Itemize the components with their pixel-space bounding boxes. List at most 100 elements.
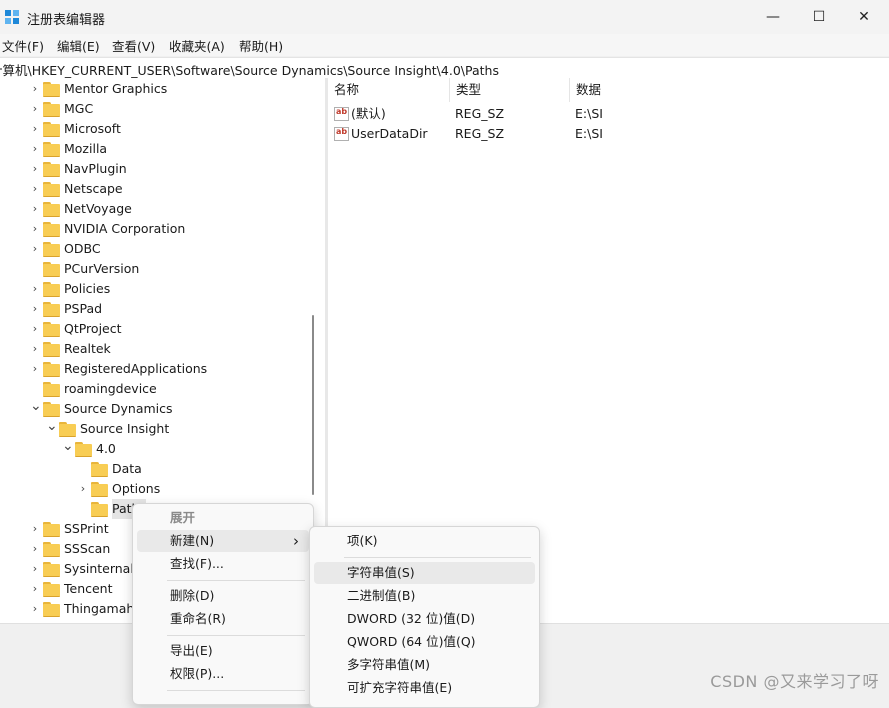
chevron-right-icon[interactable]: › (30, 299, 40, 319)
tree-item[interactable]: › Mentor Graphics (0, 79, 310, 99)
tree-item-label: Sysinternals (64, 561, 141, 576)
chevron-right-icon[interactable]: › (30, 139, 40, 159)
tree-item-label: Source Dynamics (64, 401, 173, 416)
chevron-right-icon[interactable]: › (30, 199, 40, 219)
tree-item-label: Realtek (64, 341, 111, 356)
tree-item-label: ODBC (64, 241, 101, 256)
tree-item[interactable]: › Policies (0, 279, 310, 299)
menu-item[interactable]: 项(K) (314, 530, 535, 552)
column-header-name[interactable]: 名称 (328, 78, 450, 102)
folder-icon (43, 202, 60, 217)
value-row[interactable]: ab (默认) REG_SZ E:\SI (328, 104, 857, 124)
tree-item[interactable]: › Microsoft (0, 119, 310, 139)
menu-edit[interactable]: 编辑(E) (57, 36, 100, 55)
menu-item[interactable]: 权限(P)... (137, 663, 309, 685)
tree-item[interactable]: ⌄ 4.0 (0, 439, 310, 459)
chevron-down-icon[interactable]: ⌄ (46, 419, 58, 439)
chevron-right-icon[interactable]: › (30, 79, 40, 99)
address-bar[interactable]: 计算机\HKEY_CURRENT_USER\Software\Source Dy… (0, 57, 889, 79)
watermark: CSDN @又来学习了呀 (710, 672, 879, 691)
chevron-right-icon[interactable]: › (30, 179, 40, 199)
folder-icon (43, 342, 60, 357)
menu-item[interactable]: 二进制值(B) (314, 585, 535, 607)
tree-item[interactable]: Data (0, 459, 310, 479)
close-button[interactable]: ✕ (841, 0, 887, 34)
menu-item[interactable]: 多字符串值(M) (314, 654, 535, 676)
tree-item[interactable]: ⌄ Source Dynamics (0, 399, 310, 419)
folder-icon (75, 442, 92, 457)
folder-icon (43, 322, 60, 337)
tree-item[interactable]: PCurVersion (0, 259, 310, 279)
chevron-right-icon[interactable]: › (30, 559, 40, 579)
chevron-right-icon[interactable]: › (30, 519, 40, 539)
tree-item-label: 4.0 (96, 441, 116, 456)
title-bar: 注册表编辑器 — ☐ ✕ (0, 0, 889, 34)
menu-view[interactable]: 查看(V) (112, 36, 155, 55)
menu-item[interactable]: 查找(F)... (137, 553, 309, 575)
menu-item[interactable]: DWORD (32 位)值(D) (314, 608, 535, 630)
tree-item[interactable]: › Options (0, 479, 310, 499)
column-header-data[interactable]: 数据 (570, 78, 858, 102)
chevron-right-icon[interactable]: › (30, 119, 40, 139)
menu-item[interactable]: 新建(N) › (137, 530, 309, 552)
menu-item-label: 可扩充字符串值(E) (347, 680, 453, 695)
folder-icon (43, 142, 60, 157)
folder-icon (59, 422, 76, 437)
chevron-right-icon[interactable]: › (30, 539, 40, 559)
tree-item[interactable]: › Netscape (0, 179, 310, 199)
chevron-down-icon[interactable]: ⌄ (30, 399, 42, 419)
tree-item[interactable]: › RegisteredApplications (0, 359, 310, 379)
folder-icon (43, 102, 60, 117)
address-path[interactable]: 计算机\HKEY_CURRENT_USER\Software\Source Dy… (0, 60, 499, 79)
tree-item[interactable]: › NavPlugin (0, 159, 310, 179)
menu-item[interactable]: 可扩充字符串值(E) (314, 677, 535, 699)
tree-item[interactable]: › Realtek (0, 339, 310, 359)
folder-icon (43, 562, 60, 577)
folder-icon (91, 482, 108, 497)
chevron-right-icon[interactable]: › (30, 579, 40, 599)
tree-item[interactable]: › PSPad (0, 299, 310, 319)
chevron-right-icon[interactable]: › (30, 99, 40, 119)
folder-icon (43, 402, 60, 417)
chevron-right-icon[interactable]: › (30, 279, 40, 299)
menu-item-label: 重命名(R) (170, 611, 226, 626)
tree-item[interactable]: › ODBC (0, 239, 310, 259)
maximize-button[interactable]: ☐ (796, 0, 842, 34)
menu-file[interactable]: 文件(F) (2, 36, 44, 55)
column-header-type[interactable]: 类型 (450, 78, 570, 102)
menu-item[interactable]: 重命名(R) (137, 608, 309, 630)
string-value-icon: ab (334, 107, 349, 121)
menu-item-label: 展开 (170, 510, 196, 525)
chevron-right-icon[interactable]: › (30, 239, 40, 259)
chevron-right-icon[interactable]: › (78, 479, 88, 499)
tree-item[interactable]: ⌄ Source Insight (0, 419, 310, 439)
tree-item[interactable]: roamingdevice (0, 379, 310, 399)
menu-item[interactable]: QWORD (64 位)值(Q) (314, 631, 535, 653)
tree-item-label: Source Insight (80, 421, 170, 436)
chevron-down-icon[interactable]: ⌄ (62, 439, 74, 459)
tree-item[interactable]: › NVIDIA Corporation (0, 219, 310, 239)
menu-item[interactable]: 字符串值(S) (314, 562, 535, 584)
menu-item[interactable]: 删除(D) (137, 585, 309, 607)
tree-item[interactable]: › Mozilla (0, 139, 310, 159)
value-data: E:\SI (575, 106, 603, 121)
tree-item-label: Data (112, 461, 142, 476)
chevron-right-icon[interactable]: › (30, 319, 40, 339)
tree-scrollbar-thumb[interactable] (312, 315, 314, 495)
menu-separator (167, 580, 305, 581)
chevron-right-icon[interactable]: › (30, 359, 40, 379)
folder-icon (43, 162, 60, 177)
tree-item[interactable]: › QtProject (0, 319, 310, 339)
minimize-button[interactable]: — (750, 0, 796, 34)
chevron-right-icon[interactable]: › (30, 219, 40, 239)
tree-item[interactable]: › NetVoyage (0, 199, 310, 219)
value-row[interactable]: ab UserDataDir REG_SZ E:\SI (328, 124, 857, 144)
tree-item[interactable]: › MGC (0, 99, 310, 119)
value-data: E:\SI (575, 126, 603, 141)
chevron-right-icon[interactable]: › (30, 599, 40, 619)
menu-favorites[interactable]: 收藏夹(A) (169, 36, 225, 55)
menu-item[interactable]: 导出(E) (137, 640, 309, 662)
menu-help[interactable]: 帮助(H) (239, 36, 283, 55)
chevron-right-icon[interactable]: › (30, 339, 40, 359)
chevron-right-icon[interactable]: › (30, 159, 40, 179)
